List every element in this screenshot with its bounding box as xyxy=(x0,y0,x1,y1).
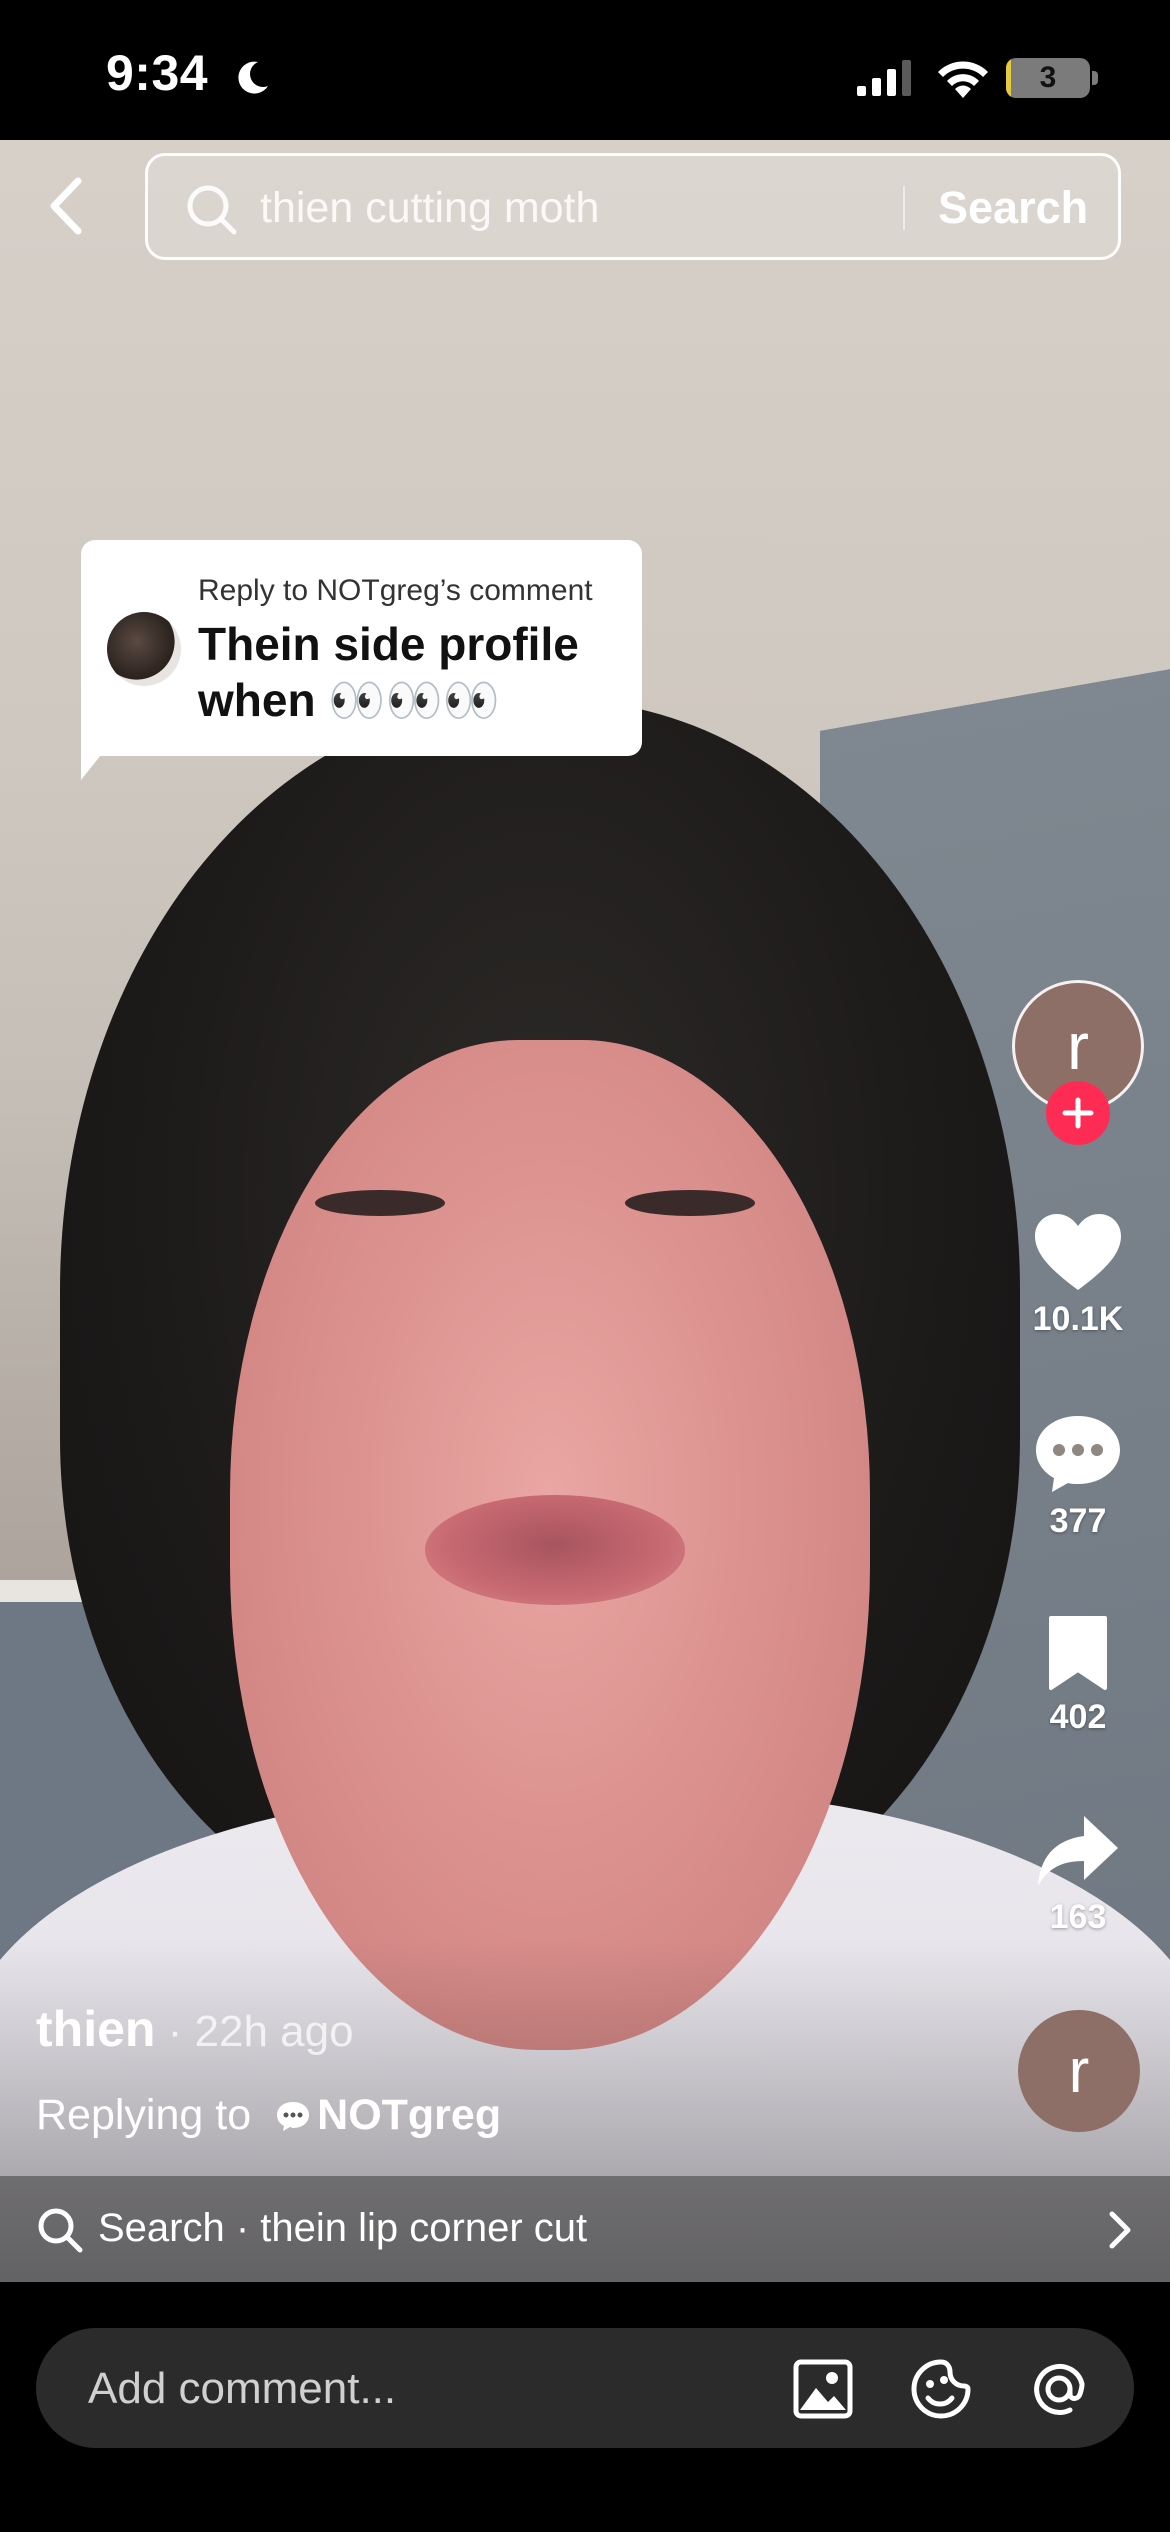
like-button[interactable]: 10.1K xyxy=(1010,1210,1146,1339)
comment-icon xyxy=(1036,1416,1120,1492)
comment-bar: Add comment... xyxy=(0,2282,1170,2532)
signal-icon xyxy=(857,60,911,96)
search-query[interactable]: thien cutting moth xyxy=(260,184,599,233)
search-submit-button[interactable]: Search xyxy=(938,182,1088,234)
replying-to-line: Replying to NOTgreg xyxy=(36,2091,501,2140)
heart-icon xyxy=(1035,1214,1121,1290)
share-count: 163 xyxy=(1049,1898,1107,1936)
video-subject-eye xyxy=(625,1190,755,1216)
mention-icon[interactable] xyxy=(1026,2356,1092,2422)
post-author-line: thien · 22h ago xyxy=(36,2000,354,2058)
video-subject-eye xyxy=(315,1190,445,1216)
add-comment-field[interactable]: Add comment... xyxy=(36,2328,1134,2448)
related-search-text: Search · thein lip corner cut xyxy=(98,2206,588,2250)
comment-bubble-icon xyxy=(277,2101,310,2131)
reply-sticker-tail xyxy=(81,740,113,780)
chevron-right-icon xyxy=(1109,2211,1131,2249)
sticker-icon[interactable] xyxy=(908,2356,974,2422)
status-bar: 9:34 3 xyxy=(0,0,1170,140)
top-search-bar[interactable]: thien cutting moth Search xyxy=(145,153,1121,260)
follow-button[interactable] xyxy=(1046,1081,1110,1145)
moon-icon xyxy=(238,61,268,94)
reply-avatar xyxy=(107,612,181,686)
back-button[interactable] xyxy=(38,170,94,242)
video-subject-mouth xyxy=(425,1495,685,1605)
search-icon xyxy=(38,2208,83,2253)
battery-level-text: 3 xyxy=(1039,61,1057,94)
replying-user-link[interactable]: NOTgreg xyxy=(317,2091,501,2140)
reply-sticker-label: Reply to NOTgreg’s comment xyxy=(198,574,593,607)
comment-count: 377 xyxy=(1049,1502,1107,1540)
comment-button[interactable]: 377 xyxy=(1010,1412,1146,1541)
battery-nub xyxy=(1092,71,1098,85)
image-icon[interactable] xyxy=(790,2356,856,2422)
reply-sticker-text: Thein side profile when 👀👀👀 xyxy=(198,618,579,726)
back-icon xyxy=(50,177,82,235)
music-disc[interactable]: r xyxy=(1018,2010,1140,2132)
battery-icon: 3 xyxy=(1006,58,1090,98)
related-search-bar[interactable]: Search · thein lip corner cut xyxy=(0,2176,1170,2282)
status-time: 9:34 xyxy=(106,45,209,101)
bookmark-button[interactable]: 402 xyxy=(1010,1614,1146,1737)
post-time: · 22h ago xyxy=(155,2007,354,2056)
comment-placeholder: Add comment... xyxy=(88,2364,397,2413)
video-player[interactable] xyxy=(0,140,1170,2282)
share-icon xyxy=(1038,1816,1118,1886)
reply-sticker[interactable]: Reply to NOTgreg’s comment Thein side pr… xyxy=(81,540,642,756)
plus-icon xyxy=(1062,1097,1094,1129)
bookmark-count: 402 xyxy=(1049,1698,1107,1736)
share-button[interactable]: 163 xyxy=(1010,1812,1146,1937)
search-icon xyxy=(187,185,237,235)
bookmark-icon xyxy=(1049,1616,1107,1690)
search-divider xyxy=(903,186,905,230)
wifi-icon xyxy=(938,61,988,98)
like-count: 10.1K xyxy=(1032,1300,1124,1338)
author-name[interactable]: thien xyxy=(36,2001,155,2057)
replying-prefix: Replying to xyxy=(36,2091,252,2139)
